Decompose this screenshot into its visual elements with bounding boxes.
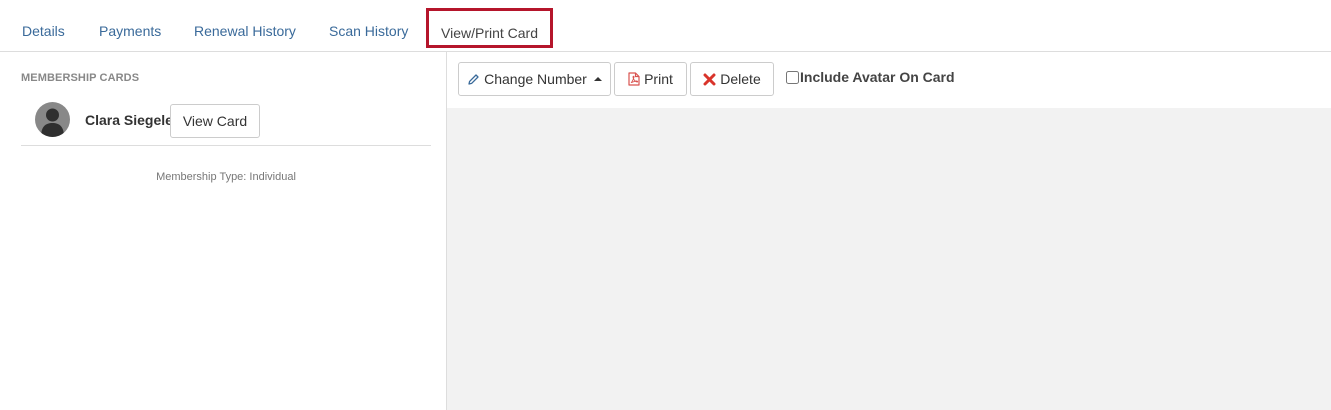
member-name: Clara Siegele — [85, 112, 173, 128]
include-avatar-label: Include Avatar On Card — [800, 69, 955, 85]
tab-renewal-history[interactable]: Renewal History — [194, 12, 296, 50]
x-icon — [703, 73, 716, 86]
membership-card-row: Clara Siegele View Card — [21, 96, 431, 146]
view-card-button[interactable]: View Card — [170, 104, 260, 138]
user-silhouette-icon — [35, 102, 70, 137]
change-number-button[interactable]: Change Number — [458, 62, 611, 96]
change-number-label: Change Number — [484, 71, 587, 87]
include-avatar-checkbox[interactable] — [786, 70, 799, 84]
tab-view-print-card[interactable]: View/Print Card — [426, 8, 554, 48]
tab-bar: Details Payments Renewal History Scan Hi… — [0, 0, 1331, 52]
print-button[interactable]: Print — [614, 62, 687, 96]
section-title: MEMBERSHIP CARDS — [21, 72, 140, 84]
print-label: Print — [644, 71, 673, 87]
card-toolbar: Change Number Print Delete Include Avata… — [447, 52, 1331, 108]
delete-label: Delete — [720, 71, 761, 87]
card-preview-panel: Change Number Print Delete Include Avata… — [446, 52, 1331, 410]
membership-type-text: Membership Type: Individual — [156, 171, 296, 183]
tab-payments[interactable]: Payments — [99, 12, 161, 50]
caret-up-icon — [593, 77, 602, 81]
include-avatar-option[interactable]: Include Avatar On Card — [786, 69, 955, 85]
pdf-file-icon — [628, 72, 640, 86]
card-preview-area — [447, 108, 1331, 410]
tab-details[interactable]: Details — [22, 12, 65, 50]
pencil-icon — [467, 73, 480, 86]
delete-button[interactable]: Delete — [690, 62, 774, 96]
membership-cards-panel: MEMBERSHIP CARDS Clara Siegele View Card… — [0, 52, 446, 410]
tab-scan-history[interactable]: Scan History — [329, 12, 408, 50]
